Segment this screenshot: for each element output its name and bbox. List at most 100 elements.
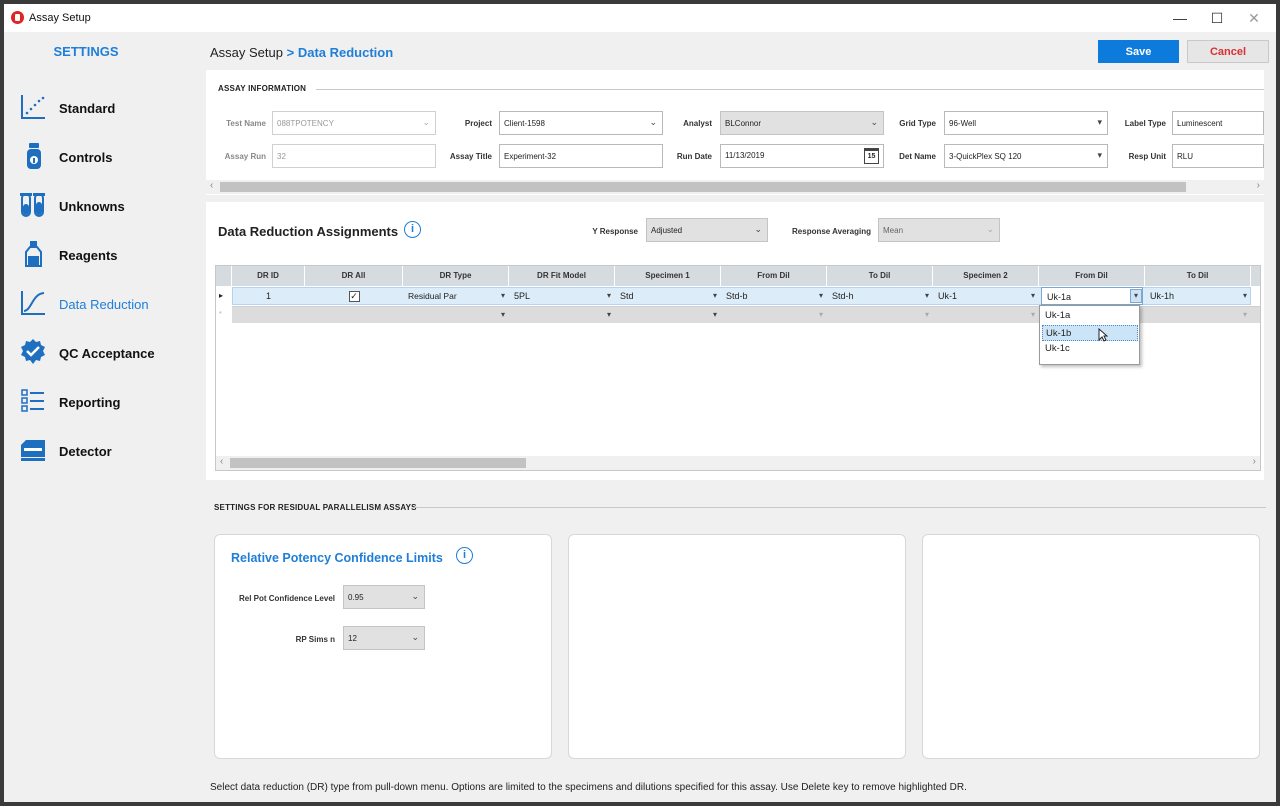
row-header-corner [216,266,232,286]
sidebar-item-label: Standard [59,101,116,116]
info-icon[interactable]: i [404,221,421,238]
sidebar-item-label: Controls [59,150,113,165]
cell-specimen-1[interactable]: Std ▾ [615,287,721,305]
grid-type-label: Grid Type [899,119,936,128]
col-from-dil-2: From Dil [1039,266,1145,286]
assay-title-field[interactable]: Experiment-32 [499,144,663,168]
grid-type-select[interactable]: 96-Well ▾ [944,111,1108,135]
response-averaging-label: Response Averaging [792,227,871,236]
new-row-dropdown[interactable]: ▾ [615,306,721,324]
conf-level-select[interactable]: 0.95 ⌄ [343,585,425,609]
window-title: Assay Setup [29,12,91,24]
dr-grid: DR ID DR All DR Type DR Fit Model Specim… [215,265,1261,471]
assay-title-label: Assay Title [449,152,492,161]
vial-icon [27,143,41,169]
sidebar-item-unknowns[interactable]: Unknowns [18,190,198,222]
cell-dr-id: 1 [265,291,271,301]
col-specimen-1: Specimen 1 [615,266,721,286]
label-type-label: Label Type [1124,119,1166,128]
rp-sims-select[interactable]: 12 ⌄ [343,626,425,650]
rp-section-header: SETTINGS FOR RESIDUAL PARALLELISM ASSAYS [214,503,417,512]
sidebar-item-reporting[interactable]: Reporting [18,386,198,418]
det-name-select[interactable]: 3-QuickPlex SQ 120 ▾ [944,144,1108,168]
label-type-field[interactable]: Luminescent [1172,111,1264,135]
dropdown-option[interactable]: Uk-1c [1042,341,1138,357]
new-row-indicator-icon: * [219,311,222,318]
checkbox[interactable]: ✓ [348,291,360,302]
new-row-dropdown[interactable]: ▾ [721,306,827,324]
cancel-button[interactable]: Cancel [1187,40,1269,63]
breadcrumb-root[interactable]: Assay Setup [210,45,283,60]
cell-to-dil-1[interactable]: Std-h ▾ [827,287,933,305]
det-name-label: Det Name [899,152,936,161]
main-content: Assay Setup > Data Reduction Save Cancel… [200,32,1276,802]
settings-title: SETTINGS [53,44,119,59]
response-averaging-select: Mean ⌄ [878,218,1000,242]
title-bar: Assay Setup — ☐ ✕ [4,4,1276,32]
analyst-select[interactable]: BLConnor ⌄ [720,111,884,135]
minimize-button[interactable]: — [1162,8,1198,28]
test-name-label: Test Name [226,119,266,128]
y-response-select[interactable]: Adjusted ⌄ [646,218,768,242]
project-select[interactable]: Client-1598 ⌄ [499,111,663,135]
from-dil-dropdown-list[interactable]: Uk-1a Uk-1b Uk-1c [1039,305,1140,365]
col-from-dil-1: From Dil [721,266,827,286]
test-name-select: 088TPOTENCY ⌄ [272,111,436,135]
sidebar-item-label: Data Reduction [59,297,149,312]
checklist-icon [21,389,44,412]
conf-level-label: Rel Pot Confidence Level [238,594,335,603]
sidebar-item-data-reduction[interactable]: Data Reduction [18,288,198,320]
project-label: Project [464,119,492,128]
cell-to-dil-2[interactable]: Uk-1h ▾ [1145,287,1251,305]
calendar-icon[interactable]: 15 [864,148,879,164]
new-row-dropdown[interactable]: ▾ [403,306,509,324]
sidebar-item-standard[interactable]: Standard [18,92,198,124]
test-tubes-icon [20,193,45,217]
assay-info-scrollbar[interactable]: ‹ › [206,180,1264,194]
dropdown-option[interactable]: Uk-1a [1042,308,1138,324]
rp-confidence-panel: Relative Potency Confidence Limits i Rel… [214,534,552,759]
sidebar-item-label: QC Acceptance [59,346,155,361]
grid-scrollbar[interactable]: ‹ › [216,456,1260,470]
resp-unit-field[interactable]: RLU [1172,144,1264,168]
new-row-dropdown[interactable]: ▾ [827,306,933,324]
sidebar-item-label: Detector [59,444,112,459]
col-dr-id: DR ID [232,266,305,286]
cell-dr-type[interactable]: Residual Par ▾ [403,287,509,305]
cell-fit-model[interactable]: 5PL ▾ [509,287,615,305]
empty-panel [922,534,1260,759]
mouse-cursor-icon [1098,328,1108,342]
cell-specimen-2[interactable]: Uk-1 ▾ [933,287,1039,305]
bottle-icon [25,241,42,267]
maximize-button[interactable]: ☐ [1199,8,1235,28]
y-response-label: Y Response [592,227,638,236]
cell-from-dil-1[interactable]: Std-b ▾ [721,287,827,305]
sidebar-item-detector[interactable]: Detector [18,435,198,467]
info-icon[interactable]: i [456,547,473,564]
col-to-dil-2: To Dil [1145,266,1251,286]
standard-curve-icon [21,95,45,119]
new-row-dropdown[interactable]: ▾ [933,306,1039,324]
run-date-field[interactable]: 11/13/2019 15 [720,144,884,168]
row-indicator-icon: ▸ [219,291,224,300]
sidebar-item-label: Unknowns [59,199,125,214]
dropdown-arrow-icon[interactable]: ▾ [1130,289,1142,303]
close-button[interactable]: ✕ [1236,8,1272,28]
sidebar-item-label: Reagents [59,248,118,263]
dropdown-option-highlighted[interactable]: Uk-1b [1042,325,1138,341]
cell-from-dil-2-editing[interactable]: Uk-1a ▾ [1041,287,1143,305]
sidebar-item-qc-acceptance[interactable]: QC Acceptance [18,337,198,369]
new-row-dropdown[interactable]: ▾ [509,306,615,324]
app-window: Assay Setup — ☐ ✕ SETTINGS Standard Cont… [4,4,1276,802]
curve-icon [21,291,45,315]
analyst-label: Analyst [683,119,712,128]
dr-title: Data Reduction Assignments [218,224,399,239]
run-date-label: Run Date [676,152,712,161]
sidebar-item-reagents[interactable]: Reagents [18,239,198,271]
save-button[interactable]: Save [1098,40,1179,63]
sidebar-item-controls[interactable]: Controls [18,141,198,173]
cell-dr-all[interactable]: ✓ [305,287,403,305]
new-row-dropdown[interactable]: ▾ [1145,306,1251,324]
detector-icon [21,440,45,461]
col-filler [1251,266,1260,286]
